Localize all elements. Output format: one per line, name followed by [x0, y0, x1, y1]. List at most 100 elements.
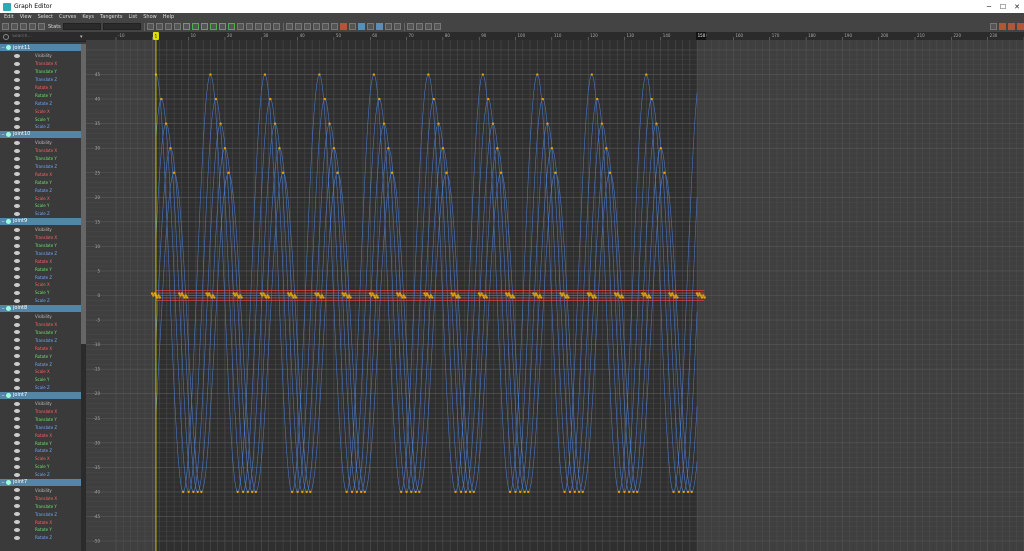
outliner-joint-joint7[interactable]: − joint7 [0, 478, 81, 486]
curve-visibility-icon[interactable] [14, 117, 20, 122]
curve-visibility-icon[interactable] [14, 472, 20, 477]
buffer-curve-icon[interactable] [312, 23, 320, 30]
keyframe-point[interactable] [605, 147, 608, 150]
keyframe-point[interactable] [562, 292, 565, 295]
keyframe-point[interactable] [399, 294, 403, 297]
outliner-attribute-row[interactable]: Rotate X [0, 344, 81, 352]
swap-buffer-icon[interactable] [321, 23, 329, 30]
outliner-attribute-row[interactable]: Visibility [0, 313, 81, 321]
outliner-attribute-row[interactable]: Translate Z [0, 423, 81, 431]
keyframe-point[interactable] [510, 296, 513, 299]
curve-visibility-icon[interactable] [14, 188, 20, 193]
frame-all-icon[interactable] [146, 23, 154, 30]
keyframe-point[interactable] [643, 292, 647, 295]
curve-visibility-icon[interactable] [14, 282, 20, 287]
clamped-tangent-icon[interactable] [200, 23, 208, 30]
keyframe-point[interactable] [696, 294, 700, 297]
keyframe-point[interactable] [454, 294, 457, 297]
euler-filter-icon[interactable] [424, 23, 432, 30]
curve-visibility-icon[interactable] [14, 259, 20, 264]
outliner-attribute-row[interactable]: Scale X [0, 281, 81, 289]
keyframe-point[interactable] [370, 294, 373, 297]
keyframe-point[interactable] [484, 294, 487, 297]
keyframe-point[interactable] [600, 122, 604, 125]
keyframe-point[interactable] [621, 296, 625, 299]
keyframe-point[interactable] [178, 292, 181, 295]
step-tangent-icon[interactable] [227, 23, 235, 30]
curve-visibility-icon[interactable] [14, 488, 20, 493]
keyframe-point[interactable] [318, 294, 321, 297]
keyframe-point[interactable] [677, 490, 681, 494]
curve-visibility-icon[interactable] [14, 203, 20, 208]
outliner-attribute-row[interactable]: Translate Z [0, 249, 81, 257]
keyframe-point[interactable] [363, 490, 366, 494]
frame-selection-icon[interactable] [155, 23, 163, 30]
center-current-time-icon[interactable] [173, 23, 181, 30]
keyframe-point[interactable] [455, 296, 459, 299]
outliner-attribute-row[interactable]: Translate X [0, 321, 81, 329]
outliner-attribute-row[interactable]: Scale Y [0, 202, 81, 210]
outliner-attribute-row[interactable]: Translate Z [0, 76, 81, 84]
keyframe-point[interactable] [269, 97, 272, 101]
keyframe-point[interactable] [373, 296, 377, 299]
menu-show[interactable]: Show [143, 14, 157, 20]
curve-visibility-icon[interactable] [14, 441, 20, 446]
keyframe-point[interactable] [158, 296, 162, 299]
keyframe-point[interactable] [375, 294, 378, 297]
keyframe-point[interactable] [623, 490, 626, 494]
outliner-joint-joint11[interactable]: − joint11 [0, 44, 81, 51]
keyframe-point[interactable] [425, 292, 429, 295]
outliner-attribute-row[interactable]: Translate X [0, 147, 81, 155]
stacked-curves-icon[interactable] [366, 23, 374, 30]
keyframe-point[interactable] [441, 147, 445, 150]
keyframe-point[interactable] [617, 294, 621, 297]
keyframe-point[interactable] [267, 296, 271, 299]
stats-value-field[interactable] [102, 23, 141, 30]
keyframe-point[interactable] [213, 296, 216, 299]
keyframe-point[interactable] [150, 292, 154, 295]
keyframe-point[interactable] [514, 490, 517, 494]
resample-curve-icon[interactable] [433, 23, 441, 30]
keyframe-point[interactable] [266, 294, 269, 297]
keyframe-point[interactable] [293, 294, 296, 297]
keyframe-point[interactable] [698, 292, 701, 295]
keyframe-point[interactable] [294, 296, 298, 299]
curve-visibility-icon[interactable] [14, 172, 20, 177]
curve-visibility-icon[interactable] [14, 251, 20, 256]
keyframe-point[interactable] [647, 294, 651, 297]
keyframe-point[interactable] [450, 292, 453, 295]
curve-visibility-icon[interactable] [14, 338, 20, 343]
keyframe-point[interactable] [540, 296, 543, 299]
keyframe-point[interactable] [532, 292, 535, 295]
curve-graph-view[interactable]: 45 40 35 30 25 20 15 10 5 0 -5 -10 -15 -20 -25 -30 -35 -4… [86, 32, 1024, 551]
dope-sheet-icon[interactable] [339, 23, 347, 30]
keyframe-point[interactable] [512, 296, 516, 299]
keyframe-point[interactable] [650, 97, 653, 101]
keyframe-point[interactable] [641, 292, 644, 295]
keyframe-point[interactable] [456, 294, 460, 297]
simplify-curve-icon[interactable] [406, 23, 414, 30]
keyframe-point[interactable] [205, 292, 208, 295]
keyframe-point[interactable] [628, 490, 631, 494]
keyframe-point[interactable] [617, 490, 621, 494]
keyframe-point[interactable] [613, 292, 617, 295]
keyframe-point[interactable] [695, 292, 699, 295]
keyframe-point[interactable] [568, 490, 572, 494]
keyframe-point[interactable] [319, 296, 322, 299]
keyframe-point[interactable] [587, 294, 591, 297]
outliner-attribute-row[interactable]: Scale X [0, 455, 81, 463]
keyframe-point[interactable] [152, 294, 155, 297]
keyframe-point[interactable] [491, 122, 495, 125]
outliner-attribute-row[interactable]: Scale Y [0, 376, 81, 384]
keyframe-point[interactable] [368, 292, 372, 295]
keyframe-point[interactable] [401, 296, 404, 299]
outliner-attribute-row[interactable]: Rotate X [0, 257, 81, 265]
keyframe-point[interactable] [648, 296, 652, 299]
keyframe-point[interactable] [481, 73, 485, 76]
keyframe-point[interactable] [427, 294, 430, 297]
curve-visibility-icon[interactable] [14, 535, 20, 540]
keyframe-point[interactable] [563, 490, 566, 494]
outliner-attribute-row[interactable]: Translate X [0, 408, 81, 416]
outliner-attribute-row[interactable]: Scale X [0, 107, 81, 115]
keyframe-point[interactable] [261, 294, 264, 297]
